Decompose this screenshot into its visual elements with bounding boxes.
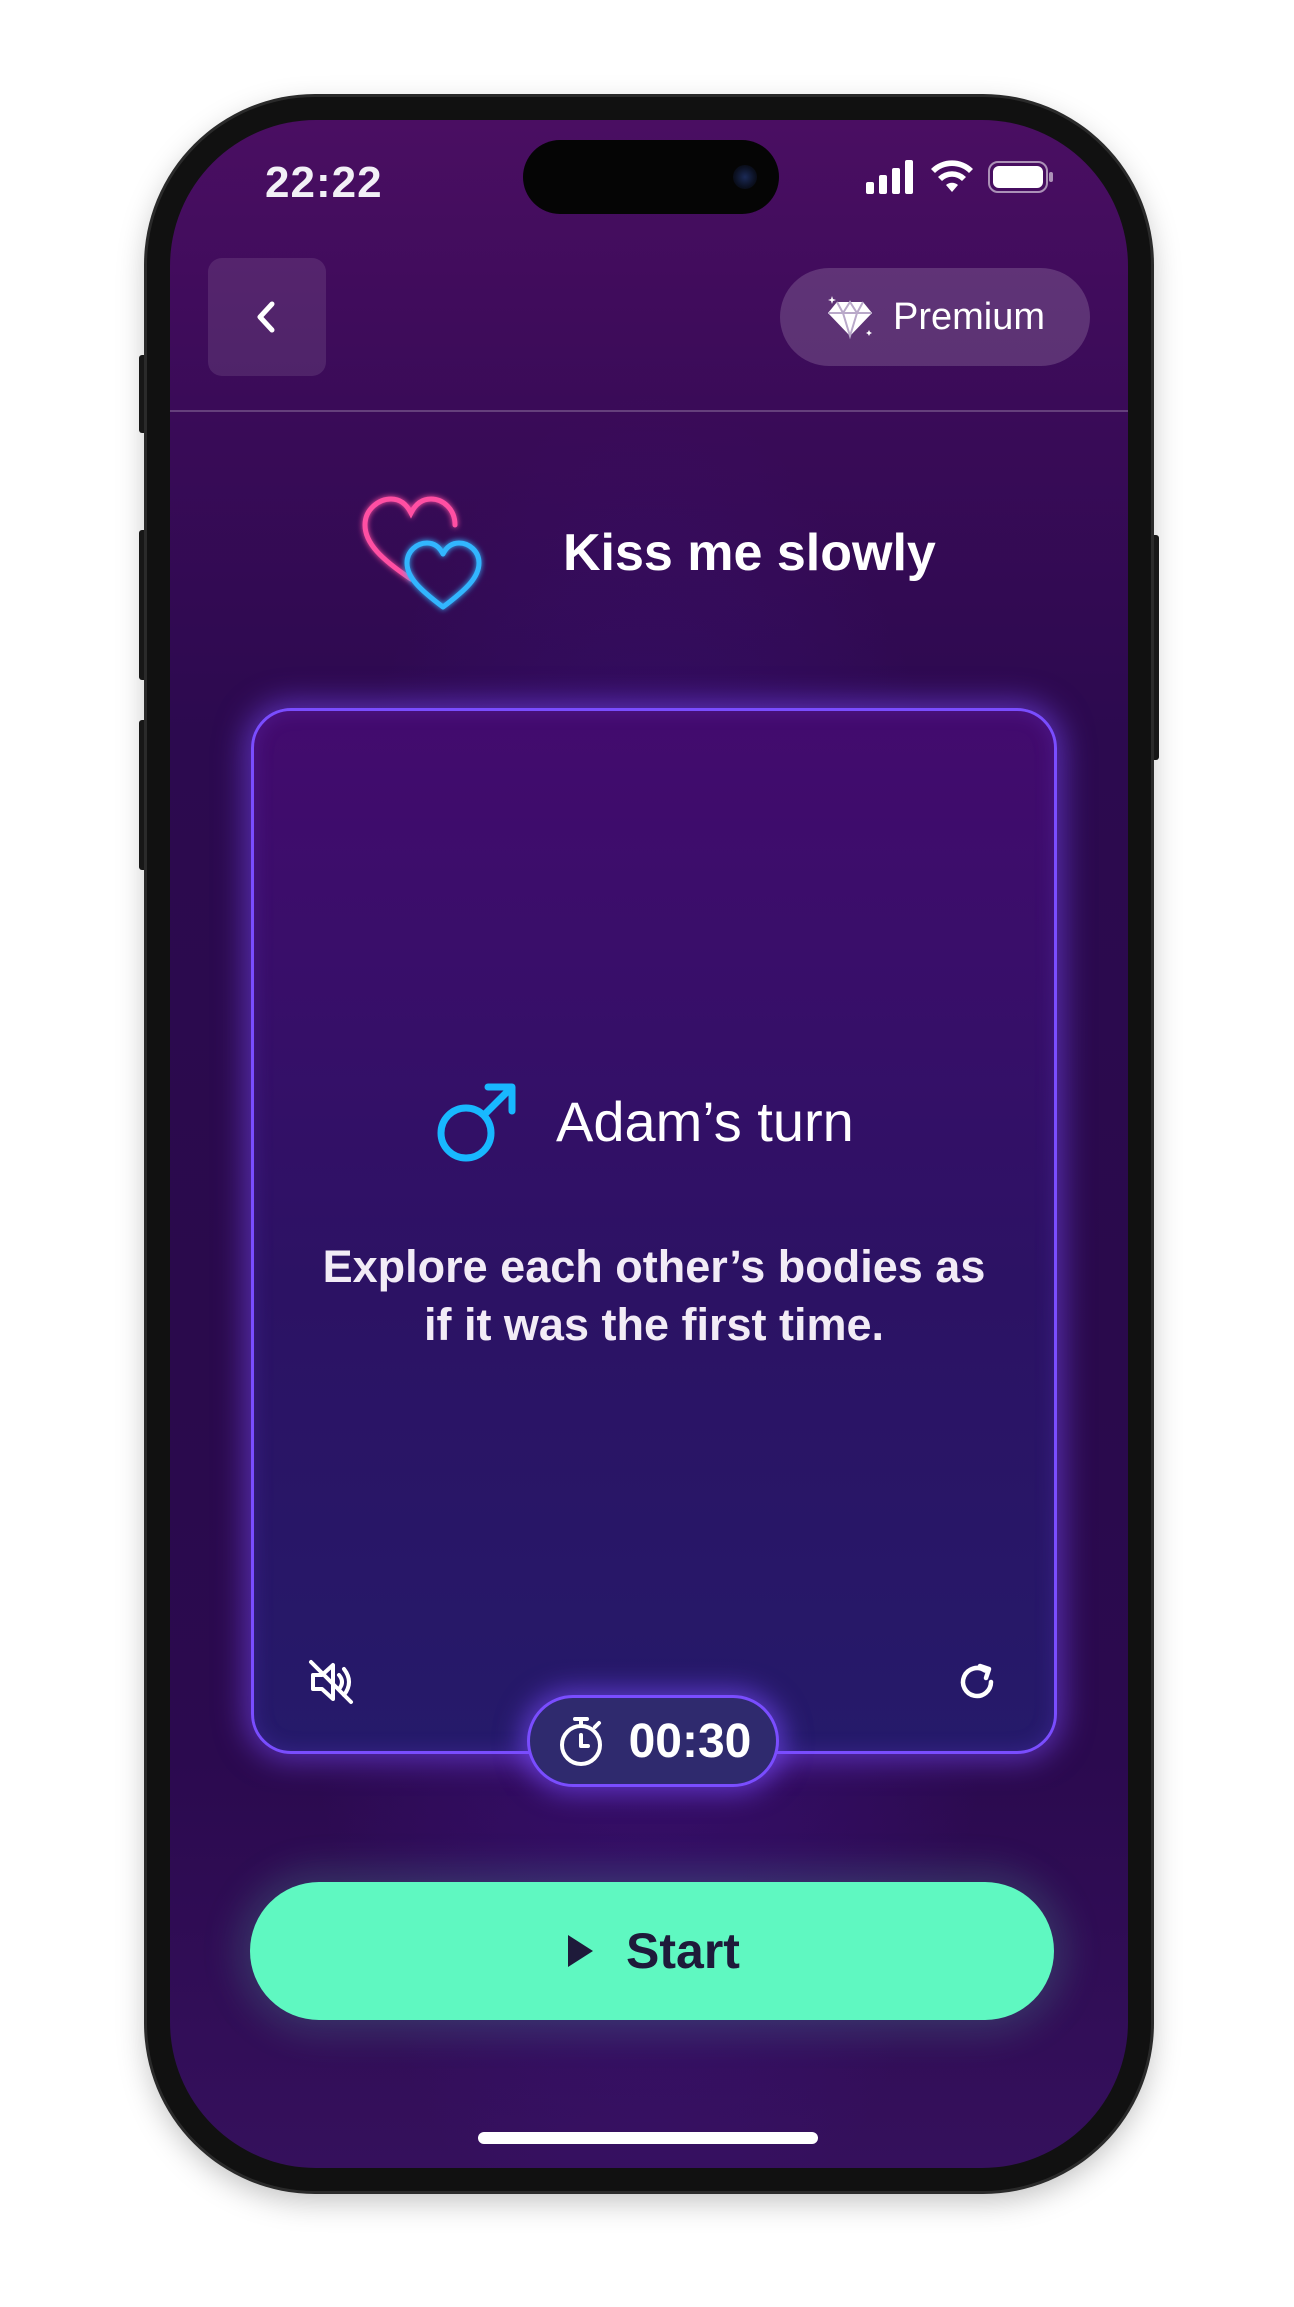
turn-label: Adam’s turn	[556, 1090, 854, 1153]
male-symbol-icon	[437, 1083, 516, 1162]
premium-label: Premium	[892, 295, 1046, 338]
timer: 00:30	[527, 1695, 779, 1787]
title-row: Kiss me slowly	[170, 485, 1128, 625]
prompt-card: Adam’s turn Explore each other’s bodies …	[251, 708, 1057, 1754]
nav-divider	[170, 410, 1128, 412]
speaker-muted-icon	[309, 1660, 353, 1704]
app-screen: 22:22 Premium Kiss me slowly Adam’s turn…	[170, 120, 1128, 2168]
reload-button[interactable]	[944, 1649, 1010, 1715]
back-button[interactable]	[208, 258, 326, 376]
stage: 22:22 Premium Kiss me slowly Adam’s turn…	[0, 0, 1294, 2307]
start-label: Start	[626, 1923, 740, 1979]
hearts-icon	[362, 496, 482, 610]
phone-frame: 22:22 Premium Kiss me slowly Adam’s turn…	[147, 97, 1151, 2191]
prompt-text: Explore each other’s bodies as if it was…	[322, 1241, 986, 1350]
mute-button[interactable]	[298, 1649, 364, 1715]
camera-icon	[733, 165, 757, 189]
play-icon	[568, 1935, 594, 1967]
status-time: 22:22	[265, 158, 383, 207]
turn-row: Adam’s turn	[254, 1071, 1054, 1171]
premium-button[interactable]: Premium	[780, 268, 1090, 366]
home-indicator[interactable]	[478, 2132, 818, 2144]
timer-value: 00:30	[628, 1714, 752, 1768]
reload-icon	[960, 1663, 994, 1699]
chevron-left-icon	[257, 301, 275, 333]
wifi-icon	[931, 160, 973, 192]
diamond-icon	[827, 296, 872, 340]
dynamic-island	[523, 140, 779, 214]
battery-icon	[988, 161, 1053, 193]
status-icons	[866, 160, 1054, 194]
stopwatch-icon	[559, 1717, 602, 1766]
page-title: Kiss me slowly	[563, 524, 936, 582]
cellular-signal-icon	[866, 160, 913, 194]
start-button[interactable]: Start	[250, 1882, 1054, 2020]
